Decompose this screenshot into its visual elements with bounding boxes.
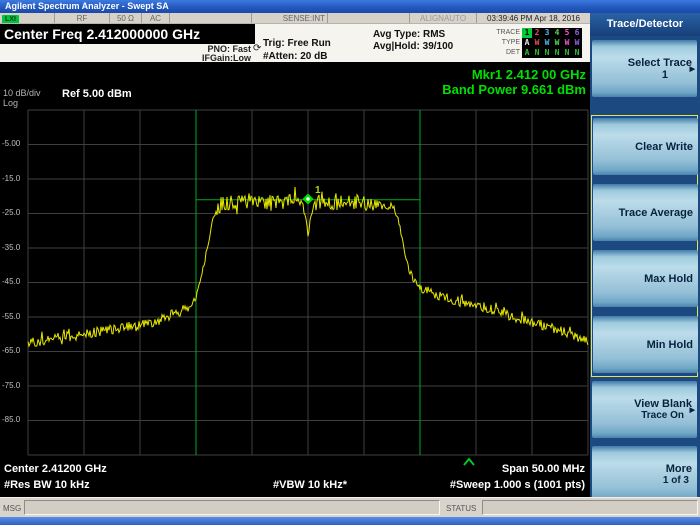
trace-legend-label: TRACE — [480, 28, 520, 38]
legend-cell: 6 — [572, 28, 582, 38]
window-title-bar: Agilent Spectrum Analyzer - Swept SA — [0, 0, 700, 13]
msg-field — [24, 500, 440, 515]
softkey-sublabel: Trace On — [641, 410, 692, 421]
legend-cell: N — [562, 48, 572, 58]
submenu-arrow-icon: ▶ — [690, 65, 695, 73]
lxi-indicator: LXI — [0, 13, 55, 23]
sweep-annotation: #Sweep 1.000 s (1001 pts) — [450, 479, 585, 491]
graticule-plot: 1 — [0, 62, 590, 497]
softkey-min-hold[interactable]: Min Hold — [593, 316, 698, 373]
impedance-indicator: 50 Ω — [110, 13, 142, 23]
legend-types-row: AWWWWW — [522, 38, 582, 48]
legend-cell: 4 — [552, 28, 562, 38]
datetime-display: 03:39:46 PM Apr 18, 2016 — [477, 13, 590, 23]
softkey-label: More — [666, 463, 692, 475]
softkey-more[interactable]: More 1 of 3 — [592, 446, 697, 503]
legend-cell: N — [542, 48, 552, 58]
rf-indicator: RF — [55, 13, 110, 23]
status-footer: MSG STATUS — [0, 497, 700, 517]
avg-type-status: Avg Type: RMS — [373, 29, 445, 40]
softkey-trace-average[interactable]: Trace Average — [593, 184, 698, 241]
window-title: Agilent Spectrum Analyzer - Swept SA — [5, 1, 169, 11]
submenu-arrow-icon: ▶ — [690, 406, 695, 414]
softkey-label: Max Hold — [644, 273, 693, 285]
trigger-status: Trig: Free Run — [263, 38, 331, 49]
trace-det-row: DETANNNNN — [480, 48, 582, 58]
legend-cell: W — [572, 38, 582, 48]
softkey-view-blank[interactable]: View Blank Trace On ▶ — [592, 381, 697, 438]
taskbar-strip[interactable] — [0, 517, 700, 525]
legend-cell: W — [542, 38, 552, 48]
legend-cell: 3 — [542, 28, 552, 38]
softkey-select-trace[interactable]: Select Trace 1 ▶ — [592, 40, 697, 97]
trace-type-row: TYPEAWWWWW — [480, 38, 582, 48]
span-annotation: Span 50.00 MHz — [502, 463, 585, 475]
legend-cell: 5 — [562, 28, 572, 38]
softkey-max-hold[interactable]: Max Hold — [593, 250, 698, 307]
status-label: STATUS — [446, 504, 476, 513]
softkey-value: 1 — [662, 69, 692, 81]
legend-cell: N — [532, 48, 542, 58]
pno-loop-icon: ⟳ — [253, 43, 261, 54]
atten-status: #Atten: 20 dB — [263, 51, 327, 62]
sweep-position-icon — [464, 459, 474, 465]
marker-dot — [306, 197, 309, 200]
legend-cell: W — [552, 38, 562, 48]
measurement-bar: Center Freq 2.412000000 GHz PNO: Fast ⟳ … — [0, 24, 590, 62]
softkey-label: Select Trace — [628, 57, 692, 69]
menu-title: Trace/Detector — [590, 13, 700, 36]
legend-cell: W — [532, 38, 542, 48]
status-spacer — [170, 13, 252, 23]
status-field — [482, 500, 698, 515]
trace-legend-row: TRACE123456 — [480, 28, 582, 38]
softkey-menu: Trace/Detector Select Trace 1 ▶ Clear Wr… — [590, 13, 700, 497]
softkey-label: Trace Average — [619, 207, 693, 219]
trace-mode-group: Clear Write Trace Average Max Hold Min H… — [591, 115, 698, 377]
sense-indicator: SENSE:INT — [252, 13, 328, 23]
trace-det-label: DET — [480, 48, 520, 58]
status-spacer — [328, 13, 410, 23]
graticule — [28, 110, 588, 455]
softkey-clear-write[interactable]: Clear Write — [593, 118, 698, 175]
legend-cell: A — [522, 38, 532, 48]
legend-cell: 1 — [522, 28, 532, 38]
softkey-label: View Blank — [634, 398, 692, 410]
spectrum-display: Mkr1 2.412 00 GHz Band Power 9.661 dBm 1… — [0, 62, 590, 497]
status-strip: LXI RF 50 Ω AC SENSE:INT ALIGNAUTO 03:39… — [0, 13, 590, 24]
center-freq-annotation: Center 2.41200 GHz — [4, 463, 107, 475]
avg-hold-status: Avg|Hold: 39/100 — [373, 41, 453, 52]
legend-cell: 2 — [532, 28, 542, 38]
softkey-sublabel: 1 of 3 — [663, 475, 692, 486]
align-indicator: ALIGNAUTO — [410, 13, 477, 23]
vbw-annotation: #VBW 10 kHz* — [230, 479, 390, 491]
marker-label: 1 — [315, 185, 321, 196]
softkey-label: Min Hold — [647, 339, 693, 351]
coupling-indicator: AC — [142, 13, 170, 23]
legend-cell: W — [562, 38, 572, 48]
msg-label: MSG — [3, 504, 21, 513]
legend-cell: A — [522, 48, 532, 58]
spectrum-analyzer-app: Agilent Spectrum Analyzer - Swept SA LXI… — [0, 0, 700, 525]
legend-dets-row: ANNNNN — [522, 48, 582, 58]
trace-legend: TRACE123456 TYPEAWWWWW DETANNNNN — [480, 28, 582, 58]
softkey-label: Clear Write — [635, 141, 693, 153]
center-freq-display: Center Freq 2.412000000 GHz — [0, 24, 255, 44]
legend-cell: N — [572, 48, 582, 58]
legend-traces-row: 123456 — [522, 28, 582, 38]
res-bw-annotation: #Res BW 10 kHz — [4, 479, 90, 491]
trace-type-label: TYPE — [480, 38, 520, 48]
legend-cell: N — [552, 48, 562, 58]
lxi-badge: LXI — [2, 15, 19, 23]
